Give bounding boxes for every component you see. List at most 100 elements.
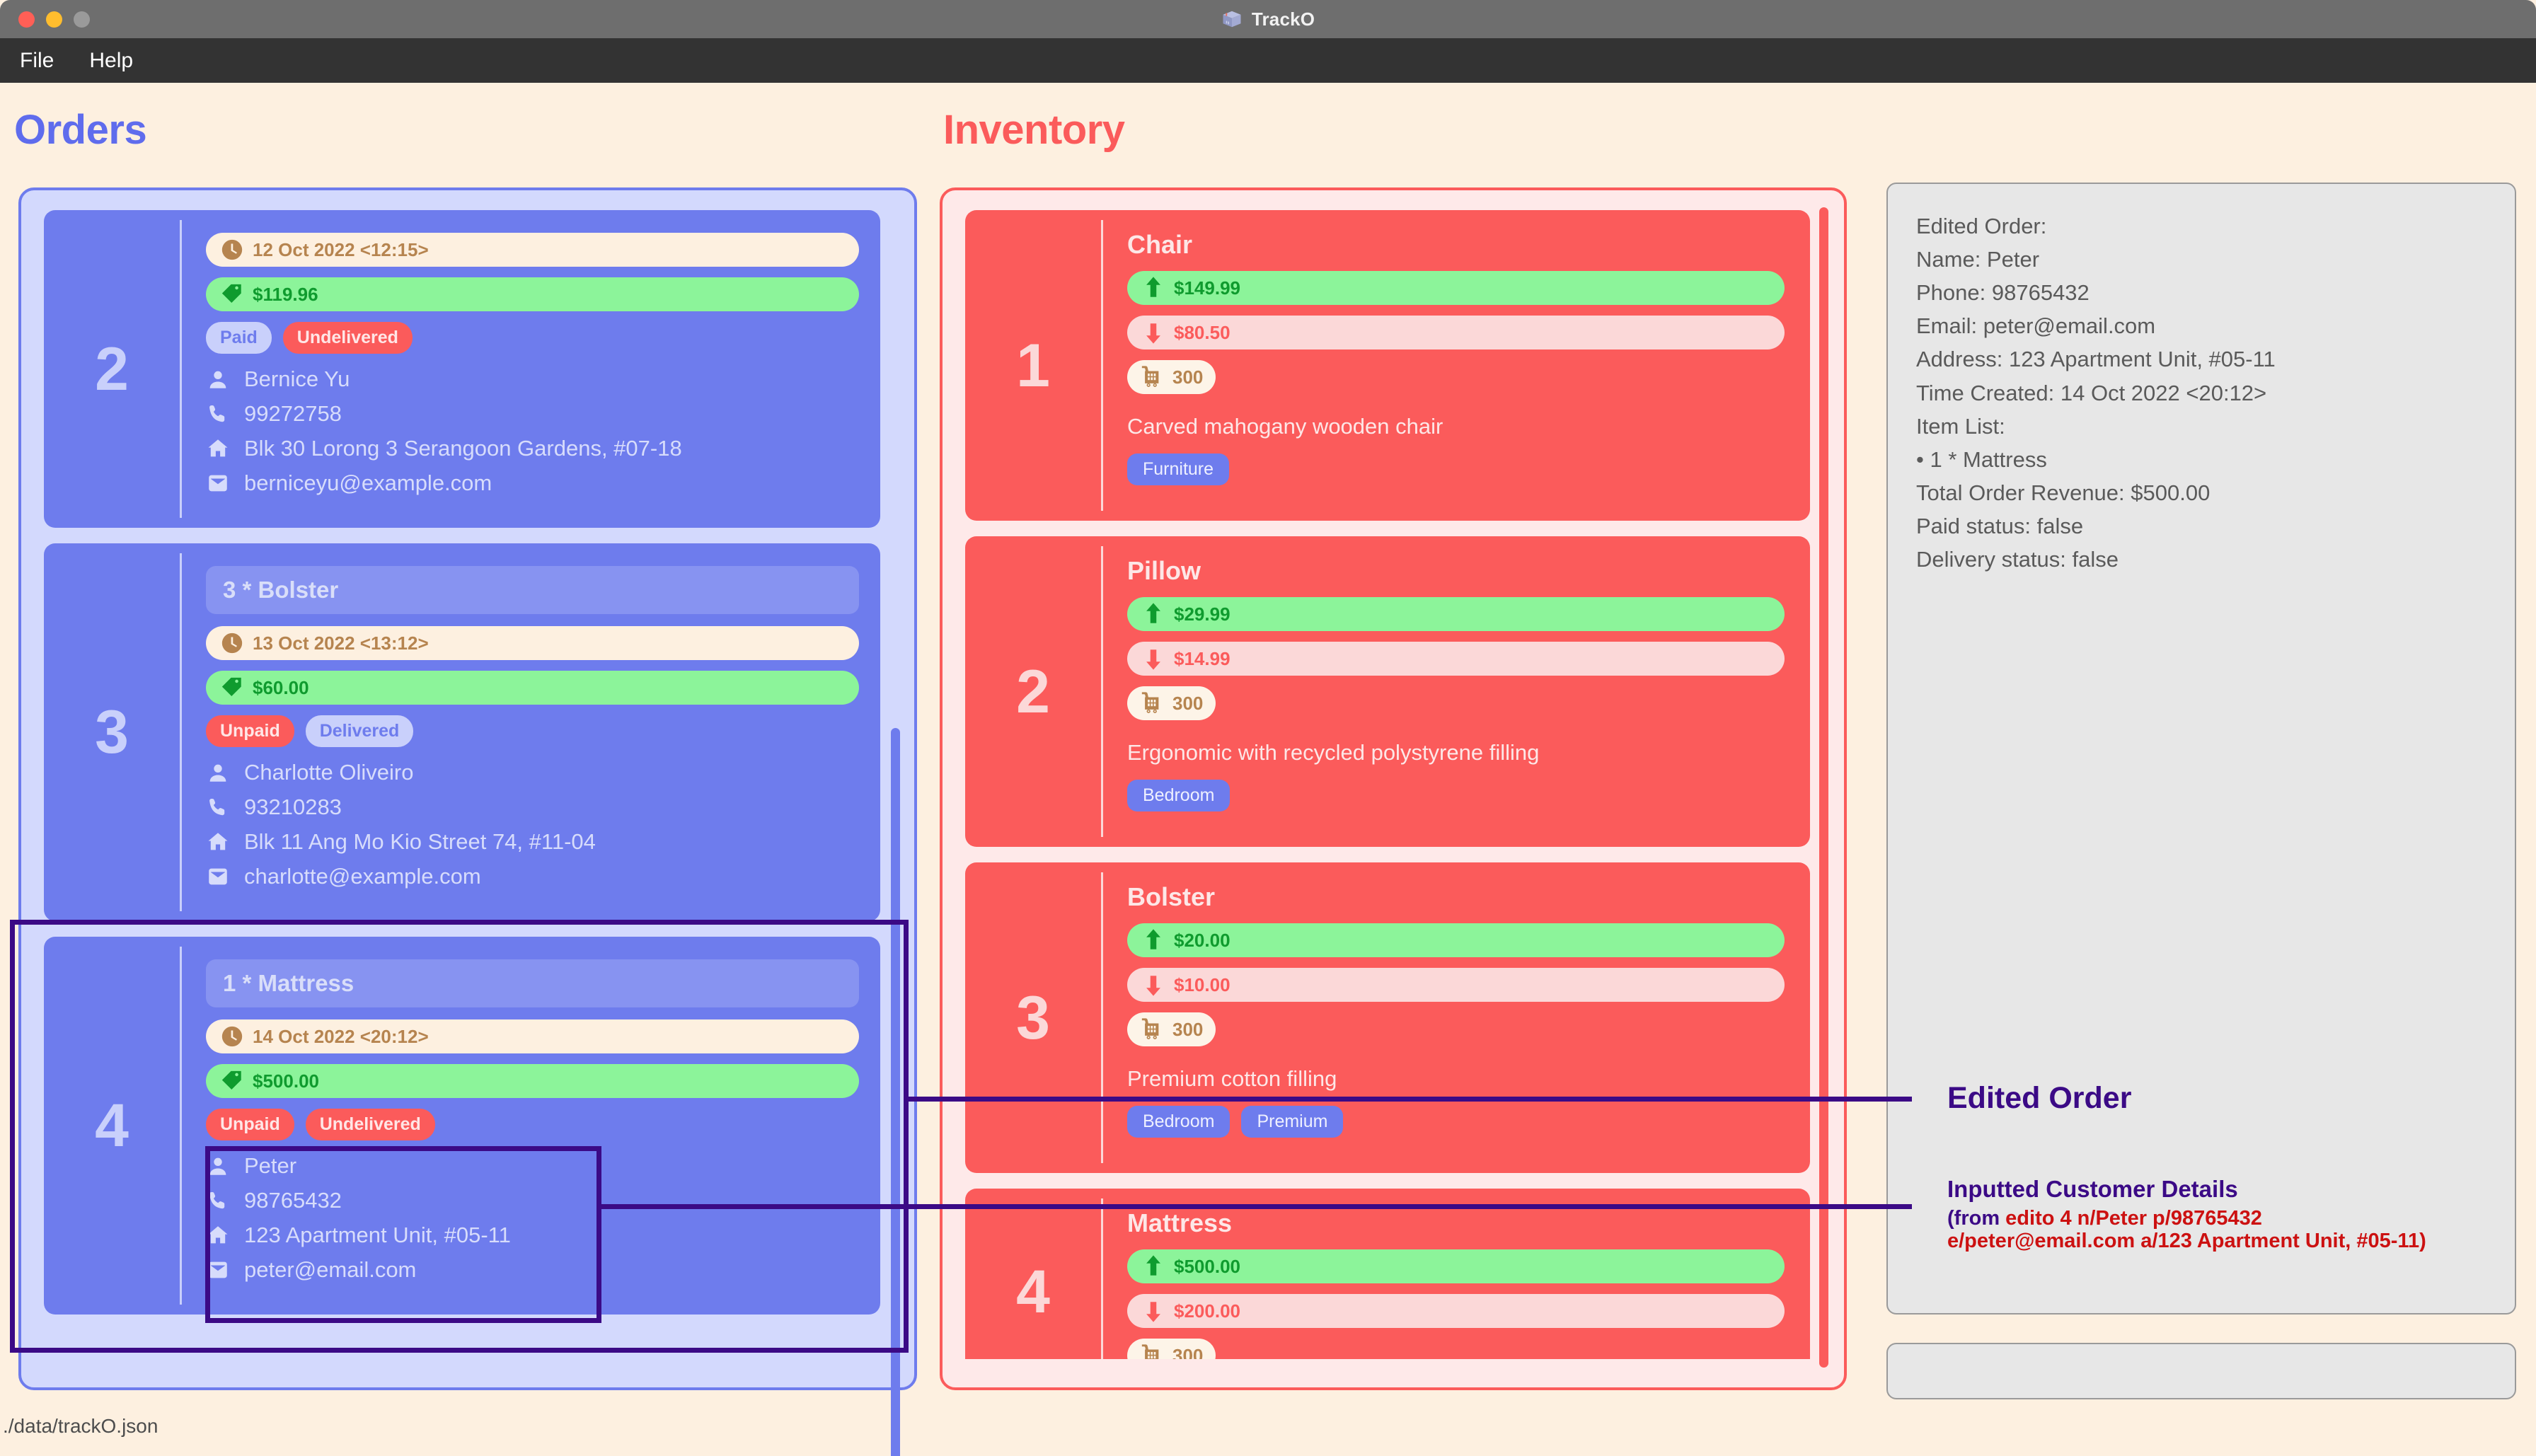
order-time-pill: 13 Oct 2022 <13:12> — [206, 626, 859, 660]
order-item-summary: 3 * Bolster — [206, 566, 859, 614]
email-icon — [209, 868, 227, 885]
inventory-scrollbar[interactable] — [1819, 207, 1828, 1368]
order-customer-address-text: Blk 30 Lorong 3 Serangoon Gardens, #07-1… — [244, 436, 682, 461]
order-time-text: 12 Oct 2022 <12:15> — [253, 238, 429, 260]
order-status-tags: Unpaid Delivered — [206, 715, 859, 747]
order-total-text: $60.00 — [253, 676, 309, 698]
price-tag-icon — [221, 677, 241, 697]
inventory-tag[interactable]: Bedroom — [1127, 780, 1230, 811]
person-icon — [209, 371, 226, 388]
detail-line: Edited Order: — [1916, 214, 2047, 238]
inventory-index-column: 3 — [965, 872, 1103, 1163]
order-card[interactable]: 3 3 * Bolster 13 Oct 2022 <13:12> $60.00 Unp… — [44, 543, 880, 921]
orders-heading: Orders — [14, 107, 147, 153]
inventory-cost-price-text: $10.00 — [1174, 973, 1230, 995]
order-total-pill: $60.00 — [206, 671, 859, 705]
inventory-list[interactable]: 1 Chair $149.99 $80.50 300 Carved mahogany wo… — [965, 210, 1810, 1359]
order-time-pill: 12 Oct 2022 <12:15> — [206, 233, 859, 267]
inventory-card[interactable]: 4 Mattress $500.00 $200.00 300 — [965, 1189, 1810, 1359]
inventory-sell-price-text: $20.00 — [1174, 929, 1230, 951]
price-up-icon — [1146, 1255, 1160, 1276]
price-down-icon — [1146, 323, 1160, 344]
annotation-box-customer-details — [205, 1146, 601, 1323]
order-customer-address-text: Blk 11 Ang Mo Kio Street 74, #11-04 — [244, 829, 596, 854]
order-customer-name: Bernice Yu — [206, 366, 859, 392]
order-customer-phone-text: 93210283 — [244, 795, 342, 819]
order-index-column: 2 — [44, 220, 182, 518]
detail-line: Time Created: 14 Oct 2022 <20:12> — [1916, 380, 2267, 405]
clock-icon — [221, 632, 243, 654]
inventory-tag[interactable]: Premium — [1241, 1106, 1344, 1138]
annotation-command-prefix: (from — [1947, 1207, 2006, 1230]
application-window: TrackO File Help Orders Inventory 2 12 Oc… — [0, 0, 2536, 1456]
inventory-card-body: Mattress $500.00 $200.00 300 — [1103, 1198, 1810, 1359]
stock-dolly-icon — [1141, 366, 1159, 387]
inventory-card-body: Bolster $20.00 $10.00 300 Premium cotton fil… — [1103, 872, 1810, 1163]
inventory-item-name: Chair — [1127, 230, 1193, 259]
order-customer-phone: 93210283 — [206, 795, 859, 820]
inventory-card-body: Chair $149.99 $80.50 300 Carved mahogany woo… — [1103, 220, 1810, 511]
inventory-sell-price-pill: $149.99 — [1127, 271, 1785, 305]
menu-item-help[interactable]: Help — [89, 49, 133, 73]
inventory-sell-price-pill: $29.99 — [1127, 597, 1785, 631]
order-time-text: 13 Oct 2022 <13:12> — [253, 632, 429, 654]
inventory-quantity-pill: 300 — [1127, 1012, 1216, 1046]
annotation-label-edited-order: Edited Order — [1947, 1081, 2132, 1115]
inventory-quantity-pill: 300 — [1127, 360, 1216, 394]
menu-item-file[interactable]: File — [20, 49, 54, 73]
annotation-leader-edited-order — [909, 1097, 1912, 1102]
inventory-item-description: Carved mahogany wooden chair — [1127, 414, 1443, 439]
inventory-quantity-pill: 300 — [1127, 1339, 1216, 1359]
order-customer-email-text: berniceyu@example.com — [244, 470, 492, 495]
inventory-item-name: Pillow — [1127, 556, 1201, 585]
inventory-item-description: Ergonomic with recycled polystyrene fill… — [1127, 740, 1540, 765]
inventory-tag-row: Bedroom — [1127, 780, 1785, 811]
inventory-tag[interactable]: Furniture — [1127, 453, 1230, 485]
order-customer-email-text: charlotte@example.com — [244, 864, 481, 889]
annotation-command-line-2: e/peter@email.com a/123 Apartment Unit, … — [1947, 1230, 2513, 1252]
order-customer-phone: 99272758 — [206, 401, 859, 427]
order-delivery-badge: Undelivered — [282, 322, 413, 354]
inventory-cost-price-text: $200.00 — [1174, 1300, 1240, 1322]
inventory-cost-price-pill: $14.99 — [1127, 642, 1785, 676]
annotation-command-text-2: e/peter@email.com a/123 Apartment Unit, … — [1947, 1230, 2420, 1253]
phone-icon — [209, 798, 225, 816]
price-down-icon — [1146, 649, 1160, 670]
inventory-index: 3 — [1016, 983, 1050, 1052]
inventory-tag[interactable]: Bedroom — [1127, 1106, 1230, 1138]
email-icon — [209, 475, 227, 492]
detail-line: Delivery status: false — [1916, 547, 2119, 572]
detail-line: Address: 123 Apartment Unit, #05-11 — [1916, 347, 2276, 372]
inventory-cost-price-pill: $200.00 — [1127, 1294, 1785, 1328]
inventory-cost-price-pill: $10.00 — [1127, 968, 1785, 1002]
inventory-card[interactable]: 2 Pillow $29.99 $14.99 300 Ergonomic with rec… — [965, 536, 1810, 847]
order-customer-address: Blk 11 Ang Mo Kio Street 74, #11-04 — [206, 829, 859, 855]
inventory-card[interactable]: 1 Chair $149.99 $80.50 300 Carved mahogany wo… — [965, 210, 1810, 521]
order-card-body: 3 * Bolster 13 Oct 2022 <13:12> $60.00 Unpa… — [182, 553, 880, 911]
order-customer-address: Blk 30 Lorong 3 Serangoon Gardens, #07-1… — [206, 436, 859, 461]
order-card-body: 12 Oct 2022 <12:15> $119.96 Paid Undelivere… — [182, 220, 880, 518]
inventory-sell-price-text: $500.00 — [1174, 1255, 1240, 1277]
detail-line: Total Order Revenue: $500.00 — [1916, 480, 2211, 505]
inventory-sell-price-pill: $500.00 — [1127, 1249, 1785, 1283]
detail-line: Item List: — [1916, 413, 2005, 439]
stock-dolly-icon — [1141, 1018, 1159, 1039]
phone-icon — [209, 405, 225, 422]
detail-line: Phone: 98765432 — [1916, 280, 2090, 306]
person-icon — [209, 764, 226, 782]
inventory-index: 1 — [1016, 331, 1050, 400]
inventory-quantity-text: 300 — [1172, 692, 1204, 714]
order-index: 3 — [95, 698, 129, 766]
command-input[interactable] — [1886, 1343, 2516, 1399]
stock-dolly-icon — [1141, 692, 1159, 713]
inventory-index-column: 1 — [965, 220, 1103, 511]
clock-icon — [221, 239, 243, 260]
annotation-label-customer-details-group: Inputted Customer Details (from edito 4 … — [1947, 1176, 2513, 1253]
order-total-pill: $119.96 — [206, 277, 859, 311]
inventory-card[interactable]: 3 Bolster $20.00 $10.00 300 Premium cotton fi… — [965, 862, 1810, 1173]
title-bar: TrackO — [0, 0, 2536, 38]
result-detail-panel: Edited Order: Name: Peter Phone: 98765432 E… — [1886, 183, 2516, 1315]
inventory-sell-price-pill: $20.00 — [1127, 923, 1785, 957]
detail-line: • 1 * Mattress — [1916, 446, 2047, 472]
order-card[interactable]: 2 12 Oct 2022 <12:15> $119.96 Paid Undeliver… — [44, 210, 880, 528]
